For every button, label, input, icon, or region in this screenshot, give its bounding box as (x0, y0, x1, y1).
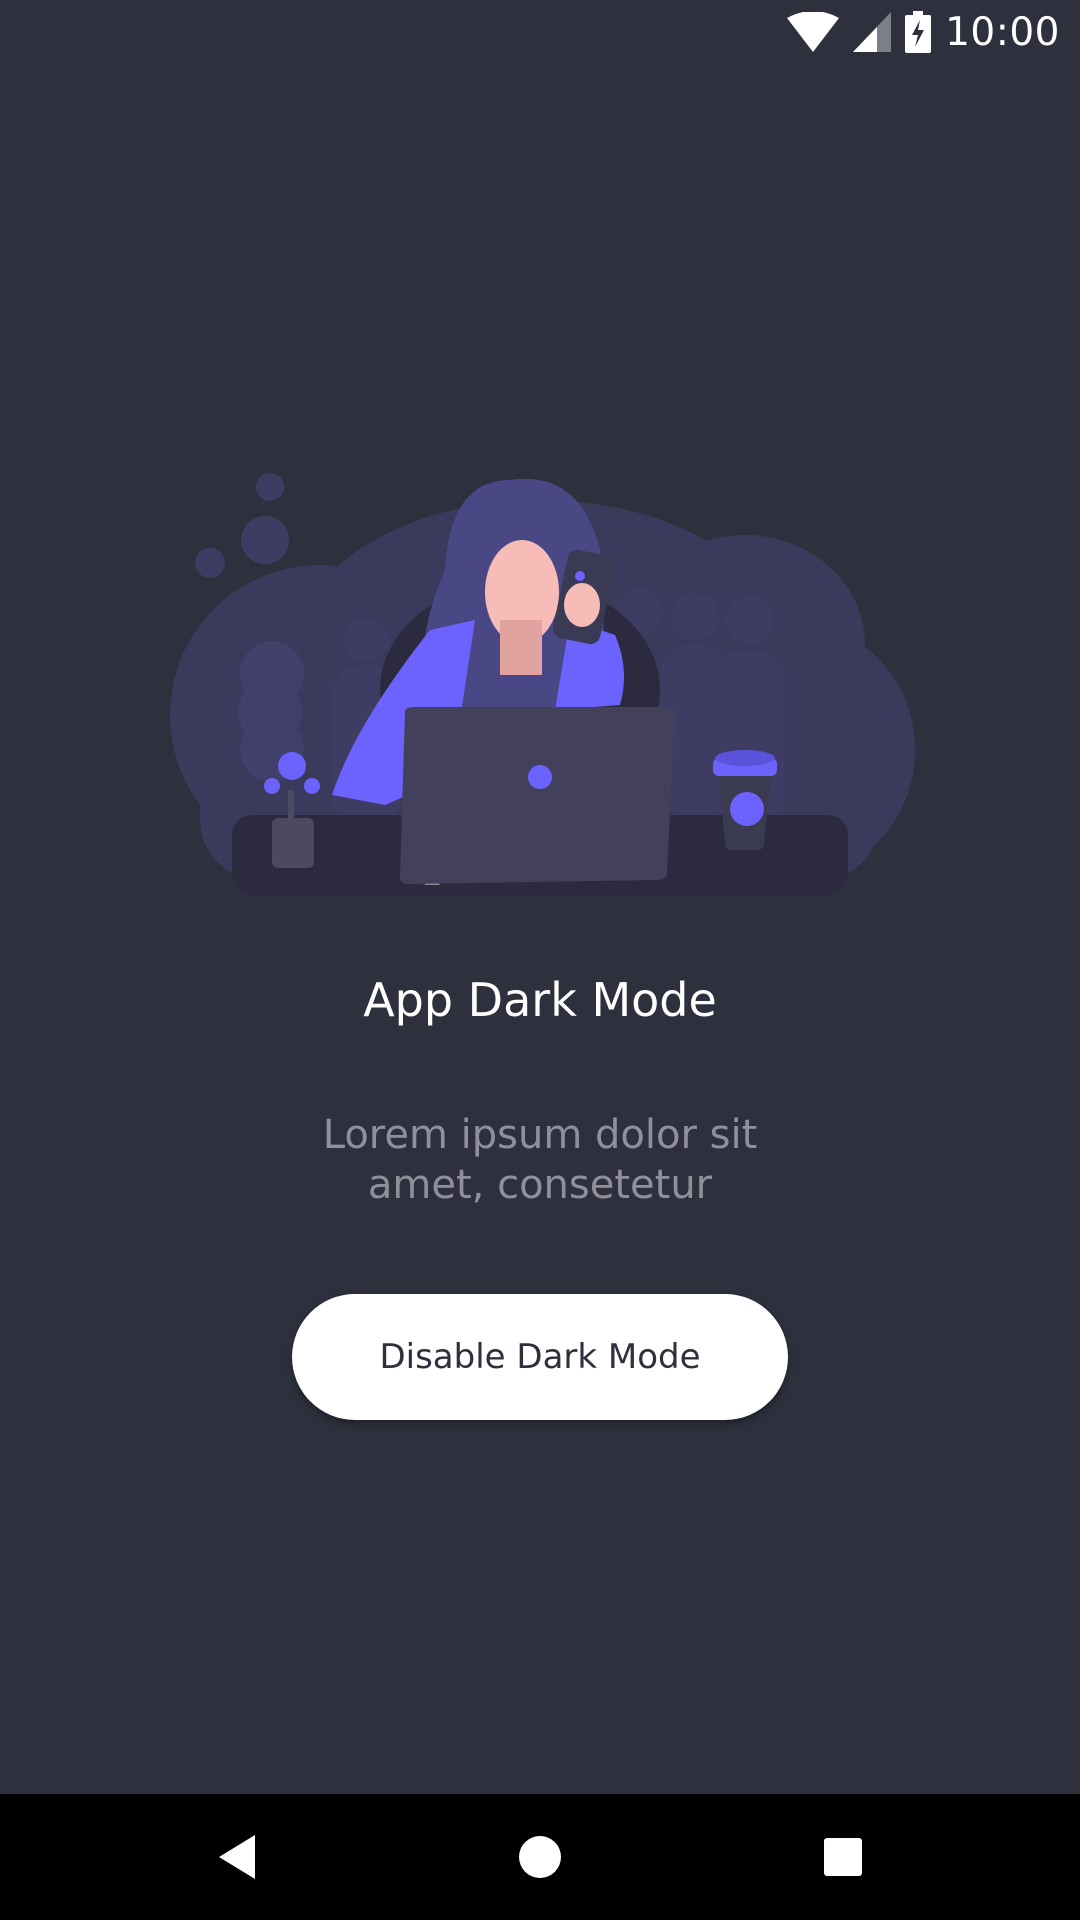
navigation-bar (0, 1794, 1080, 1920)
status-clock: 10:00 (945, 9, 1060, 55)
wifi-icon (787, 12, 840, 52)
back-icon[interactable] (202, 1822, 272, 1892)
woman-with-laptop-and-phone-illustration (160, 460, 920, 900)
home-icon[interactable] (505, 1822, 575, 1892)
recents-icon[interactable] (808, 1822, 878, 1892)
status-bar: 10:00 (0, 0, 1080, 63)
battery-charging-icon (905, 11, 932, 53)
page-subtitle: Lorem ipsum dolor sit amet, consetetur (322, 1112, 758, 1208)
page-title: App Dark Mode (363, 973, 717, 1027)
status-icons: 10:00 (787, 8, 1060, 56)
cell-signal-icon (853, 12, 892, 52)
disable-dark-mode-button[interactable]: Disable Dark Mode (292, 1294, 788, 1420)
